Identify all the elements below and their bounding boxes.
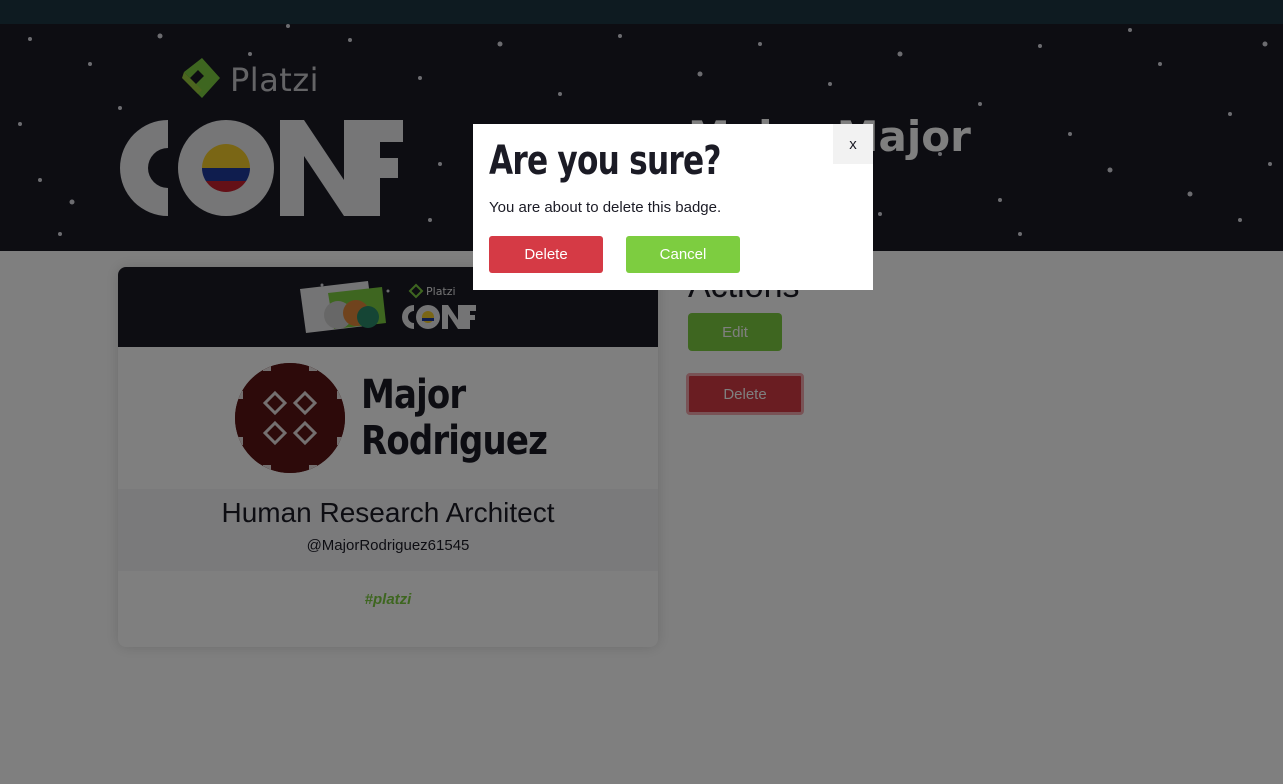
delete-confirm-modal: x Are you sure? You are about to delete …: [473, 124, 873, 290]
modal-overlay[interactable]: [0, 0, 1283, 784]
modal-cancel-button[interactable]: Cancel: [626, 236, 740, 273]
modal-message: You are about to delete this badge.: [489, 199, 722, 216]
modal-delete-button[interactable]: Delete: [489, 236, 603, 273]
modal-title: Are you sure?: [489, 138, 721, 184]
modal-close-button[interactable]: x: [833, 124, 873, 164]
